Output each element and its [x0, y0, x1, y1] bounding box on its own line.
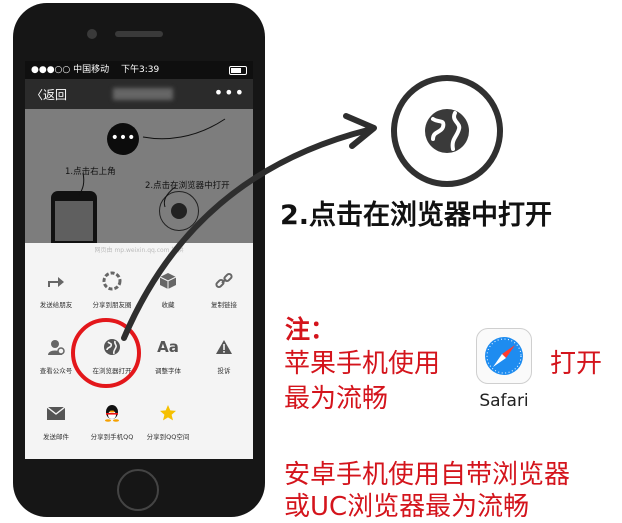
note-apple-line2: 最为流畅 [284, 384, 389, 414]
safari-icon [476, 328, 532, 384]
note-open: 打开 [550, 349, 603, 379]
note-title: 注： [285, 315, 336, 344]
note-apple-line1: 苹果手机使用 [284, 349, 441, 379]
note-android-line2: 或UC浏览器最为流畅 [284, 492, 530, 522]
browser-globe-icon [391, 75, 503, 187]
curved-arrow [121, 113, 377, 341]
instruction-step2: 2.点击在浏览器中打开 [280, 200, 553, 231]
safari-label: Safari [479, 391, 529, 411]
